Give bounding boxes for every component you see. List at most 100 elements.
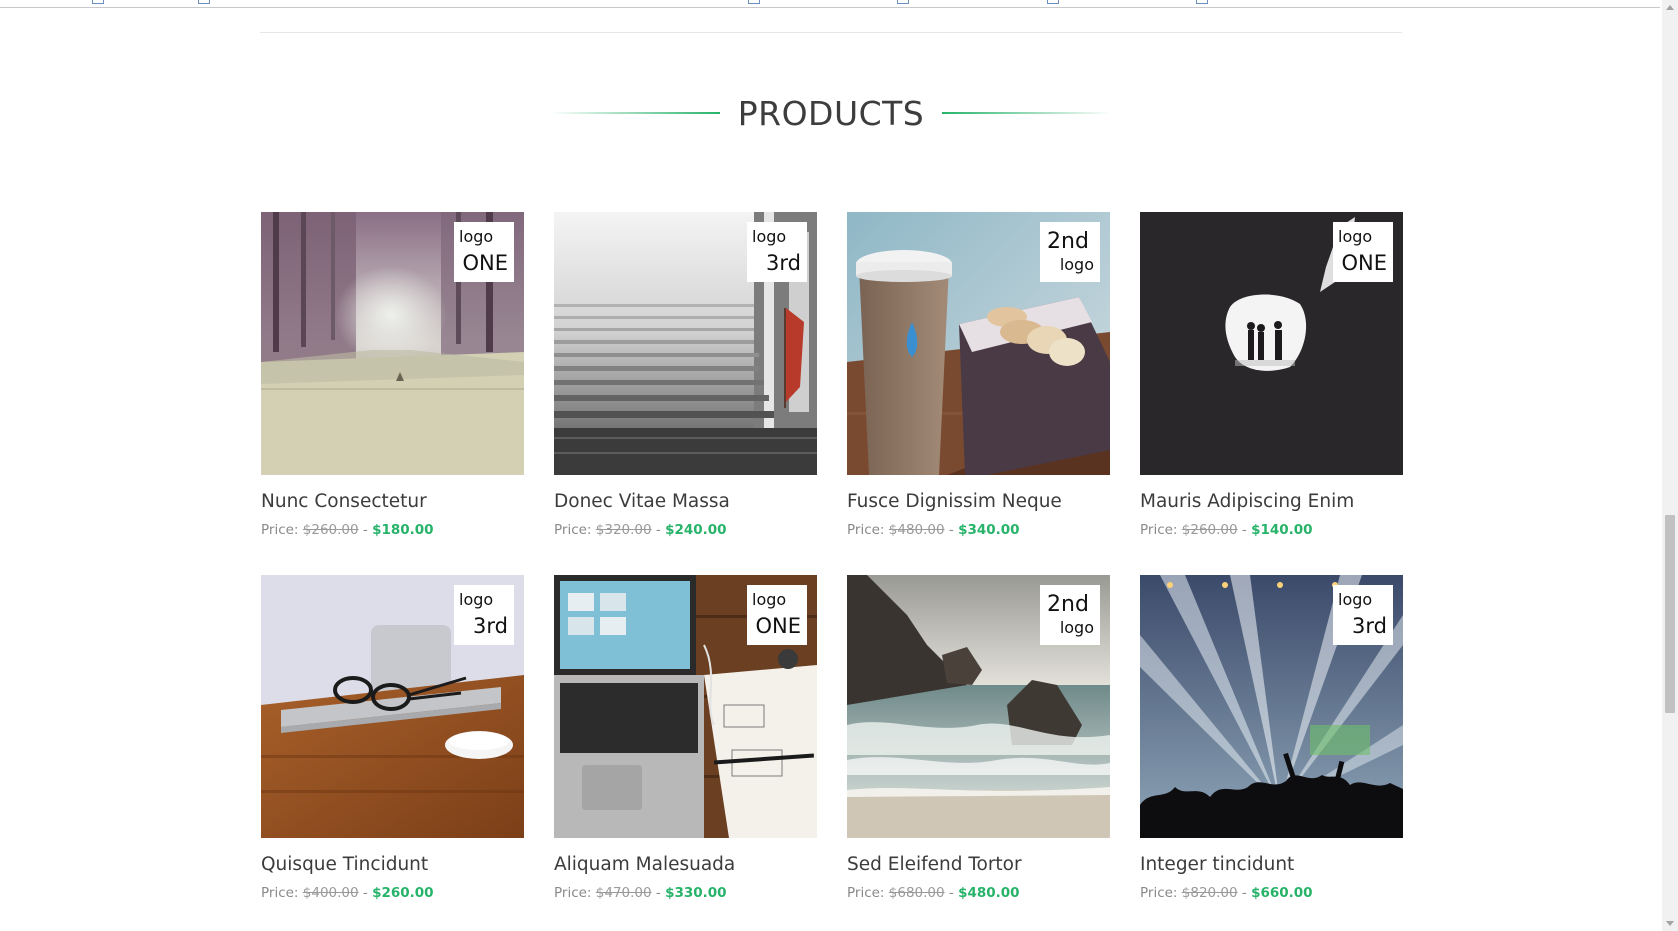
badge-text-top: logo bbox=[1338, 590, 1373, 609]
toolbar-icon[interactable] bbox=[748, 0, 760, 4]
price-separator: - bbox=[651, 522, 666, 538]
old-price: $480.00 bbox=[888, 522, 945, 538]
toolbar-icon[interactable] bbox=[1196, 0, 1208, 4]
badge-text-top: logo bbox=[752, 590, 787, 609]
product-image[interactable]: 2nd logo bbox=[847, 575, 1110, 838]
product-card[interactable]: logo ONE Mauris Adipiscing Enim Price: $… bbox=[1140, 212, 1403, 540]
badge-text-top: 2nd bbox=[1047, 229, 1089, 254]
product-image[interactable]: 2nd logo bbox=[847, 212, 1110, 475]
product-title[interactable]: Integer tincidunt bbox=[1140, 852, 1403, 878]
price-label: Price: bbox=[1140, 522, 1178, 538]
sale-price: $330.00 bbox=[665, 885, 727, 901]
product-image[interactable]: logo 3rd bbox=[1140, 575, 1403, 838]
product-price: Price: $260.00 - $180.00 bbox=[261, 520, 524, 540]
brand-logo-badge: logo 3rd bbox=[1333, 585, 1393, 645]
product-price: Price: $320.00 - $240.00 bbox=[554, 520, 817, 540]
old-price: $260.00 bbox=[1181, 522, 1238, 538]
badge-text-bottom: ONE bbox=[462, 251, 508, 275]
product-image[interactable]: logo 3rd bbox=[554, 212, 817, 475]
vertical-scrollbar[interactable] bbox=[1662, 0, 1678, 931]
product-title[interactable]: Aliquam Malesuada bbox=[554, 852, 817, 878]
toolbar-icon[interactable] bbox=[198, 0, 210, 4]
product-card[interactable]: logo 3rd Quisque Tincidunt Price: $400.0… bbox=[261, 575, 524, 903]
product-title[interactable]: Nunc Consectetur bbox=[261, 489, 524, 515]
price-separator: - bbox=[1237, 885, 1252, 901]
product-price: Price: $400.00 - $260.00 bbox=[261, 883, 524, 903]
price-label: Price: bbox=[1140, 885, 1178, 901]
brand-logo-badge: 2nd logo bbox=[1040, 222, 1100, 282]
brand-logo-badge: logo ONE bbox=[1333, 222, 1393, 282]
price-separator: - bbox=[944, 522, 959, 538]
scrollbar-thumb[interactable] bbox=[1665, 515, 1675, 713]
product-image[interactable]: logo ONE bbox=[261, 212, 524, 475]
old-price: $260.00 bbox=[302, 522, 359, 538]
price-label: Price: bbox=[847, 885, 885, 901]
old-price: $680.00 bbox=[888, 885, 945, 901]
price-label: Price: bbox=[261, 522, 299, 538]
sale-price: $660.00 bbox=[1251, 885, 1313, 901]
product-price: Price: $260.00 - $140.00 bbox=[1140, 520, 1403, 540]
brand-logo-badge: 2nd logo bbox=[1040, 585, 1100, 645]
sale-price: $140.00 bbox=[1251, 522, 1313, 538]
price-label: Price: bbox=[554, 885, 592, 901]
price-separator: - bbox=[358, 885, 373, 901]
price-separator: - bbox=[358, 522, 373, 538]
badge-text-bottom: 3rd bbox=[766, 251, 801, 275]
product-price: Price: $470.00 - $330.00 bbox=[554, 883, 817, 903]
badge-text-bottom: logo bbox=[1059, 255, 1094, 274]
product-card[interactable]: logo ONE Aliquam Malesuada Price: $470.0… bbox=[554, 575, 817, 903]
product-image[interactable]: logo ONE bbox=[1140, 212, 1403, 475]
product-image[interactable]: logo 3rd bbox=[261, 575, 524, 838]
old-price: $820.00 bbox=[1181, 885, 1238, 901]
section-divider bbox=[260, 32, 1402, 33]
old-price: $320.00 bbox=[595, 522, 652, 538]
product-image[interactable]: logo ONE bbox=[554, 575, 817, 838]
product-card[interactable]: logo ONE Nunc Consectetur Price: $260.00… bbox=[261, 212, 524, 540]
heading-decor-line-left bbox=[550, 112, 720, 114]
top-toolbar-edge bbox=[0, 0, 1660, 8]
section-title: PRODUCTS bbox=[737, 93, 925, 133]
product-title[interactable]: Donec Vitae Massa bbox=[554, 489, 817, 515]
old-price: $470.00 bbox=[595, 885, 652, 901]
product-title[interactable]: Quisque Tincidunt bbox=[261, 852, 524, 878]
product-card[interactable]: 2nd logo Sed Eleifend Tortor Price: $680… bbox=[847, 575, 1110, 903]
sale-price: $240.00 bbox=[665, 522, 727, 538]
price-separator: - bbox=[651, 885, 666, 901]
price-label: Price: bbox=[847, 522, 885, 538]
product-card[interactable]: logo 3rd Integer tincidunt Price: $820.0… bbox=[1140, 575, 1403, 903]
product-card[interactable]: logo 3rd Donec Vitae Massa Price: $320.0… bbox=[554, 212, 817, 540]
badge-text-top: logo bbox=[459, 590, 494, 609]
sale-price: $260.00 bbox=[372, 885, 434, 901]
old-price: $400.00 bbox=[302, 885, 359, 901]
page: PRODUCTS logo ONE Nunc Consectetur Price… bbox=[0, 0, 1678, 931]
product-title[interactable]: Mauris Adipiscing Enim bbox=[1140, 489, 1403, 515]
product-card[interactable]: 2nd logo Fusce Dignissim Neque Price: $4… bbox=[847, 212, 1110, 540]
badge-text-bottom: logo bbox=[1059, 618, 1094, 637]
scroll-up-arrow-icon[interactable] bbox=[1666, 5, 1674, 10]
sale-price: $480.00 bbox=[958, 885, 1020, 901]
price-label: Price: bbox=[554, 522, 592, 538]
brand-logo-badge: logo ONE bbox=[454, 222, 514, 282]
badge-text-top: logo bbox=[1338, 227, 1373, 246]
badge-text-top: logo bbox=[752, 227, 787, 246]
price-label: Price: bbox=[261, 885, 299, 901]
badge-text-bottom: 3rd bbox=[1352, 614, 1387, 638]
sale-price: $180.00 bbox=[372, 522, 434, 538]
scroll-down-arrow-icon[interactable] bbox=[1666, 921, 1674, 926]
badge-text-top: 2nd bbox=[1047, 592, 1089, 617]
product-price: Price: $680.00 - $480.00 bbox=[847, 883, 1110, 903]
brand-logo-badge: logo 3rd bbox=[454, 585, 514, 645]
product-title[interactable]: Sed Eleifend Tortor bbox=[847, 852, 1110, 878]
toolbar-icon[interactable] bbox=[897, 0, 909, 4]
badge-text-bottom: ONE bbox=[755, 614, 801, 638]
toolbar-icon[interactable] bbox=[92, 0, 104, 4]
brand-logo-badge: logo ONE bbox=[747, 585, 807, 645]
price-separator: - bbox=[944, 885, 959, 901]
badge-text-top: logo bbox=[459, 227, 494, 246]
product-price: Price: $480.00 - $340.00 bbox=[847, 520, 1110, 540]
heading-decor-line-right bbox=[942, 112, 1112, 114]
section-heading: PRODUCTS bbox=[550, 88, 1112, 138]
toolbar-icon[interactable] bbox=[1047, 0, 1059, 4]
sale-price: $340.00 bbox=[958, 522, 1020, 538]
product-title[interactable]: Fusce Dignissim Neque bbox=[847, 489, 1110, 515]
